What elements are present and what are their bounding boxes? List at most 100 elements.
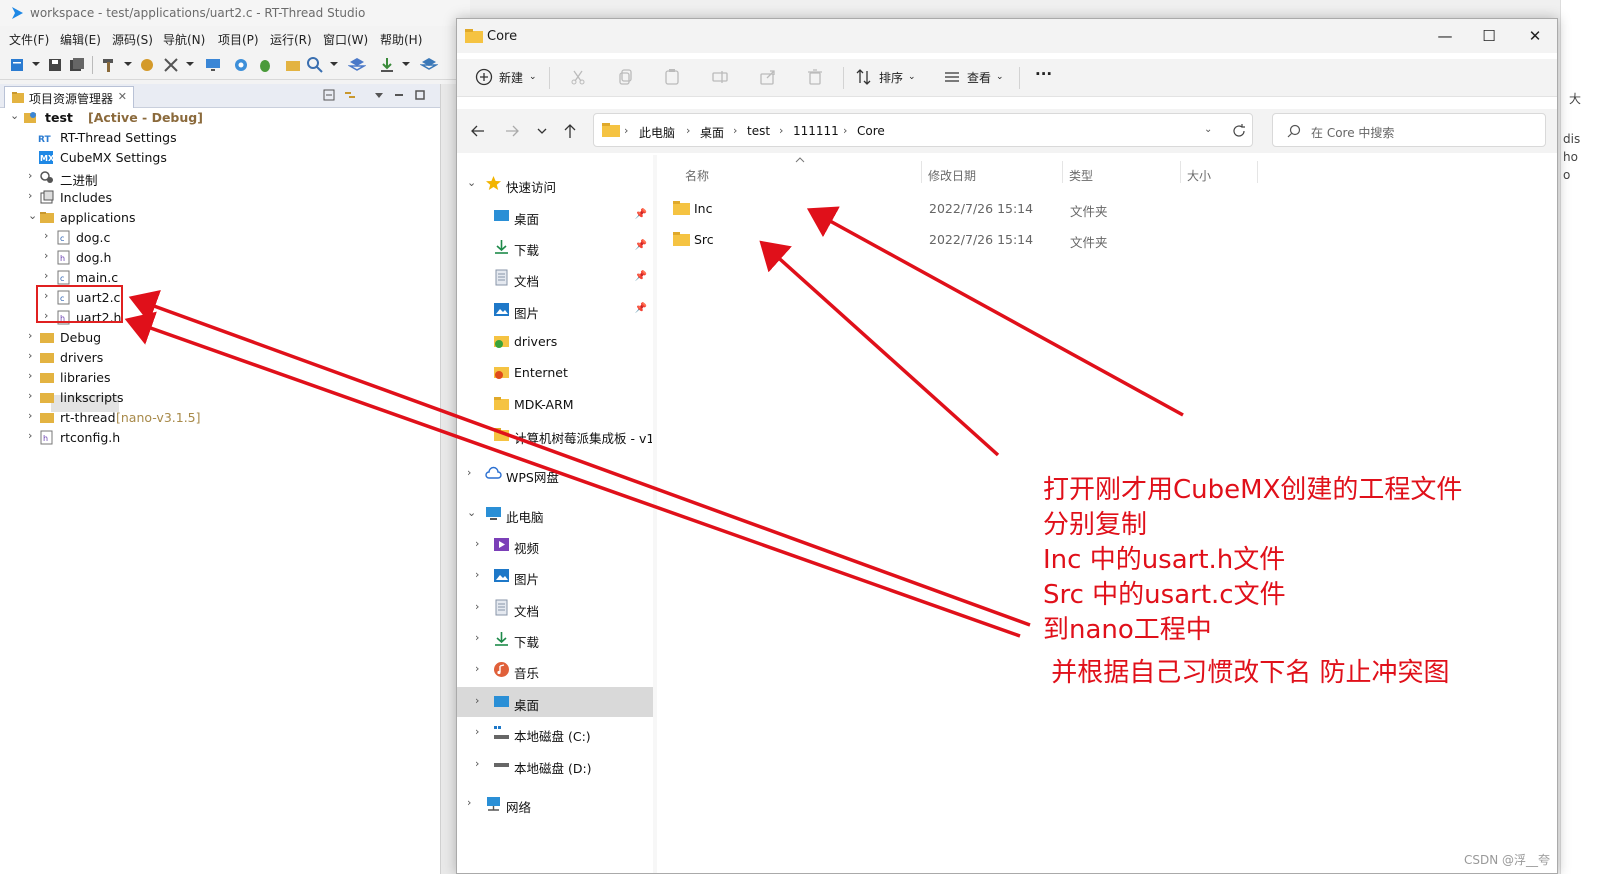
- nav-quick-raspberry-board[interactable]: 计算机树莓派集成板 - v1.2: [457, 420, 655, 450]
- menu-source[interactable]: 源码(S): [112, 31, 153, 48]
- tree-applications[interactable]: ⌄ applications: [0, 208, 440, 228]
- chevron-right-icon[interactable]: ›: [475, 694, 479, 707]
- column-type[interactable]: 类型: [1069, 167, 1093, 184]
- pin-icon[interactable]: 📌: [635, 271, 647, 282]
- chevron-down-icon[interactable]: [32, 62, 40, 66]
- chevron-right-icon[interactable]: ›: [475, 537, 479, 550]
- chevron-right-icon[interactable]: ›: [28, 429, 38, 442]
- debug-bug-icon[interactable]: [256, 56, 274, 74]
- nav-quick-access[interactable]: ⌄ 快速访问: [457, 169, 655, 199]
- menu-run[interactable]: 运行(R): [270, 31, 312, 48]
- gear-icon[interactable]: [232, 56, 250, 74]
- nav-quick-desktop[interactable]: 桌面 📌: [457, 201, 655, 231]
- tree-linkscripts[interactable]: › linkscripts: [0, 388, 440, 408]
- rename-icon[interactable]: [711, 68, 729, 86]
- close-icon[interactable]: ✕: [118, 90, 127, 103]
- chevron-right-icon[interactable]: ›: [624, 124, 628, 137]
- nav-pc-drive-d[interactable]: › 本地磁盘 (D:): [457, 750, 655, 780]
- layers-icon[interactable]: [348, 56, 366, 74]
- new-button[interactable]: 新建: [499, 69, 523, 86]
- save-icon[interactable]: [46, 56, 64, 74]
- menu-window[interactable]: 窗口(W): [323, 31, 368, 48]
- download-icon[interactable]: [378, 56, 396, 74]
- search-box[interactable]: 在 Core 中搜索: [1272, 113, 1546, 147]
- tree-file-dog-h[interactable]: › h dog.h: [0, 248, 440, 268]
- pin-icon[interactable]: 📌: [635, 303, 647, 314]
- more-options-button[interactable]: ···: [1035, 65, 1052, 83]
- chevron-right-icon[interactable]: ›: [843, 124, 847, 137]
- maximize-icon[interactable]: [413, 88, 427, 102]
- nav-pc-drive-c[interactable]: › 本地磁盘 (C:): [457, 718, 655, 748]
- close-icon[interactable]: ✕: [1525, 27, 1545, 45]
- chevron-right-icon[interactable]: ›: [28, 409, 38, 422]
- view-icon[interactable]: [943, 68, 961, 86]
- breadcrumb-desktop[interactable]: 桌面: [700, 124, 724, 141]
- chevron-down-icon[interactable]: ⌄: [1204, 124, 1212, 135]
- chevron-right-icon[interactable]: ›: [475, 757, 479, 770]
- chevron-right-icon[interactable]: ›: [475, 568, 479, 581]
- copy-icon[interactable]: [617, 68, 635, 86]
- tree-drivers[interactable]: › drivers: [0, 348, 440, 368]
- delete-icon[interactable]: [806, 68, 824, 86]
- chevron-right-icon[interactable]: ›: [28, 169, 38, 182]
- chevron-right-icon[interactable]: ›: [28, 389, 38, 402]
- save-all-icon[interactable]: [68, 56, 86, 74]
- nav-quick-documents[interactable]: 文档 📌: [457, 263, 655, 293]
- cut-icon[interactable]: [569, 68, 587, 86]
- tree-rt-thread-settings[interactable]: RT RT-Thread Settings: [0, 128, 440, 148]
- nav-wps-drive[interactable]: › WPS网盘: [457, 459, 655, 489]
- chevron-right-icon[interactable]: ›: [28, 189, 38, 202]
- menu-edit[interactable]: 编辑(E): [60, 31, 101, 48]
- breadcrumb-111111[interactable]: 111111: [793, 124, 839, 138]
- address-bar[interactable]: › 此电脑 › 桌面 › test › 111111 › Core ⌄: [593, 113, 1253, 147]
- clean-icon[interactable]: [162, 56, 180, 74]
- chevron-right-icon[interactable]: ›: [28, 329, 38, 342]
- chevron-right-icon[interactable]: ›: [475, 725, 479, 738]
- chevron-right-icon[interactable]: ›: [44, 269, 54, 282]
- view-menu-icon[interactable]: [372, 88, 386, 102]
- minimize-icon[interactable]: [392, 88, 406, 102]
- open-folder-icon[interactable]: [284, 56, 302, 74]
- stack-icon[interactable]: [420, 56, 438, 74]
- up-arrow-icon[interactable]: [561, 122, 579, 140]
- chevron-down-icon[interactable]: [402, 62, 410, 66]
- nav-pc-videos[interactable]: › 视频: [457, 530, 655, 560]
- chevron-right-icon[interactable]: ›: [44, 249, 54, 262]
- column-name[interactable]: 名称: [685, 167, 709, 184]
- share-icon[interactable]: [759, 68, 777, 86]
- chevron-right-icon[interactable]: ›: [686, 124, 690, 137]
- chevron-right-icon[interactable]: ›: [475, 631, 479, 644]
- nav-pc-desktop[interactable]: › 桌面: [457, 687, 655, 717]
- breadcrumb-this-pc[interactable]: 此电脑: [639, 124, 675, 141]
- sort-icon[interactable]: [855, 68, 873, 86]
- link-editor-icon[interactable]: [343, 88, 357, 102]
- chevron-right-icon[interactable]: ›: [733, 124, 737, 137]
- paste-icon[interactable]: [663, 68, 681, 86]
- tree-cubemx-settings[interactable]: MX CubeMX Settings: [0, 148, 440, 168]
- chevron-down-icon[interactable]: ⌄: [996, 72, 1004, 82]
- nav-quick-drivers[interactable]: drivers: [457, 326, 655, 356]
- column-separator[interactable]: [1062, 161, 1063, 183]
- chevron-down-icon[interactable]: ⌄: [467, 506, 476, 519]
- chevron-right-icon[interactable]: ›: [467, 466, 471, 479]
- tree-debug[interactable]: › Debug: [0, 328, 440, 348]
- forward-arrow-icon[interactable]: [503, 122, 521, 140]
- maximize-icon[interactable]: ☐: [1479, 27, 1499, 45]
- file-row-src[interactable]: Src 2022/7/26 15:14 文件夹: [667, 226, 1267, 256]
- chevron-down-icon[interactable]: ⌄: [10, 109, 20, 122]
- chevron-right-icon[interactable]: ›: [475, 662, 479, 675]
- nav-network[interactable]: › 网络: [457, 789, 655, 819]
- column-separator[interactable]: [1257, 161, 1258, 183]
- build-icon[interactable]: [138, 56, 156, 74]
- nav-quick-mdk-arm[interactable]: MDK-ARM: [457, 389, 655, 419]
- recent-chevron-icon[interactable]: [533, 122, 551, 140]
- chevron-down-icon[interactable]: [124, 62, 132, 66]
- monitor-icon[interactable]: [204, 56, 222, 74]
- nav-pc-music[interactable]: › 音乐: [457, 655, 655, 685]
- pin-icon[interactable]: 📌: [635, 240, 647, 251]
- column-separator[interactable]: [1180, 161, 1181, 183]
- chevron-right-icon[interactable]: ›: [28, 369, 38, 382]
- tree-file-dog-c[interactable]: › c dog.c: [0, 228, 440, 248]
- breadcrumb-core[interactable]: Core: [857, 124, 885, 138]
- chevron-down-icon[interactable]: ⌄: [908, 72, 916, 82]
